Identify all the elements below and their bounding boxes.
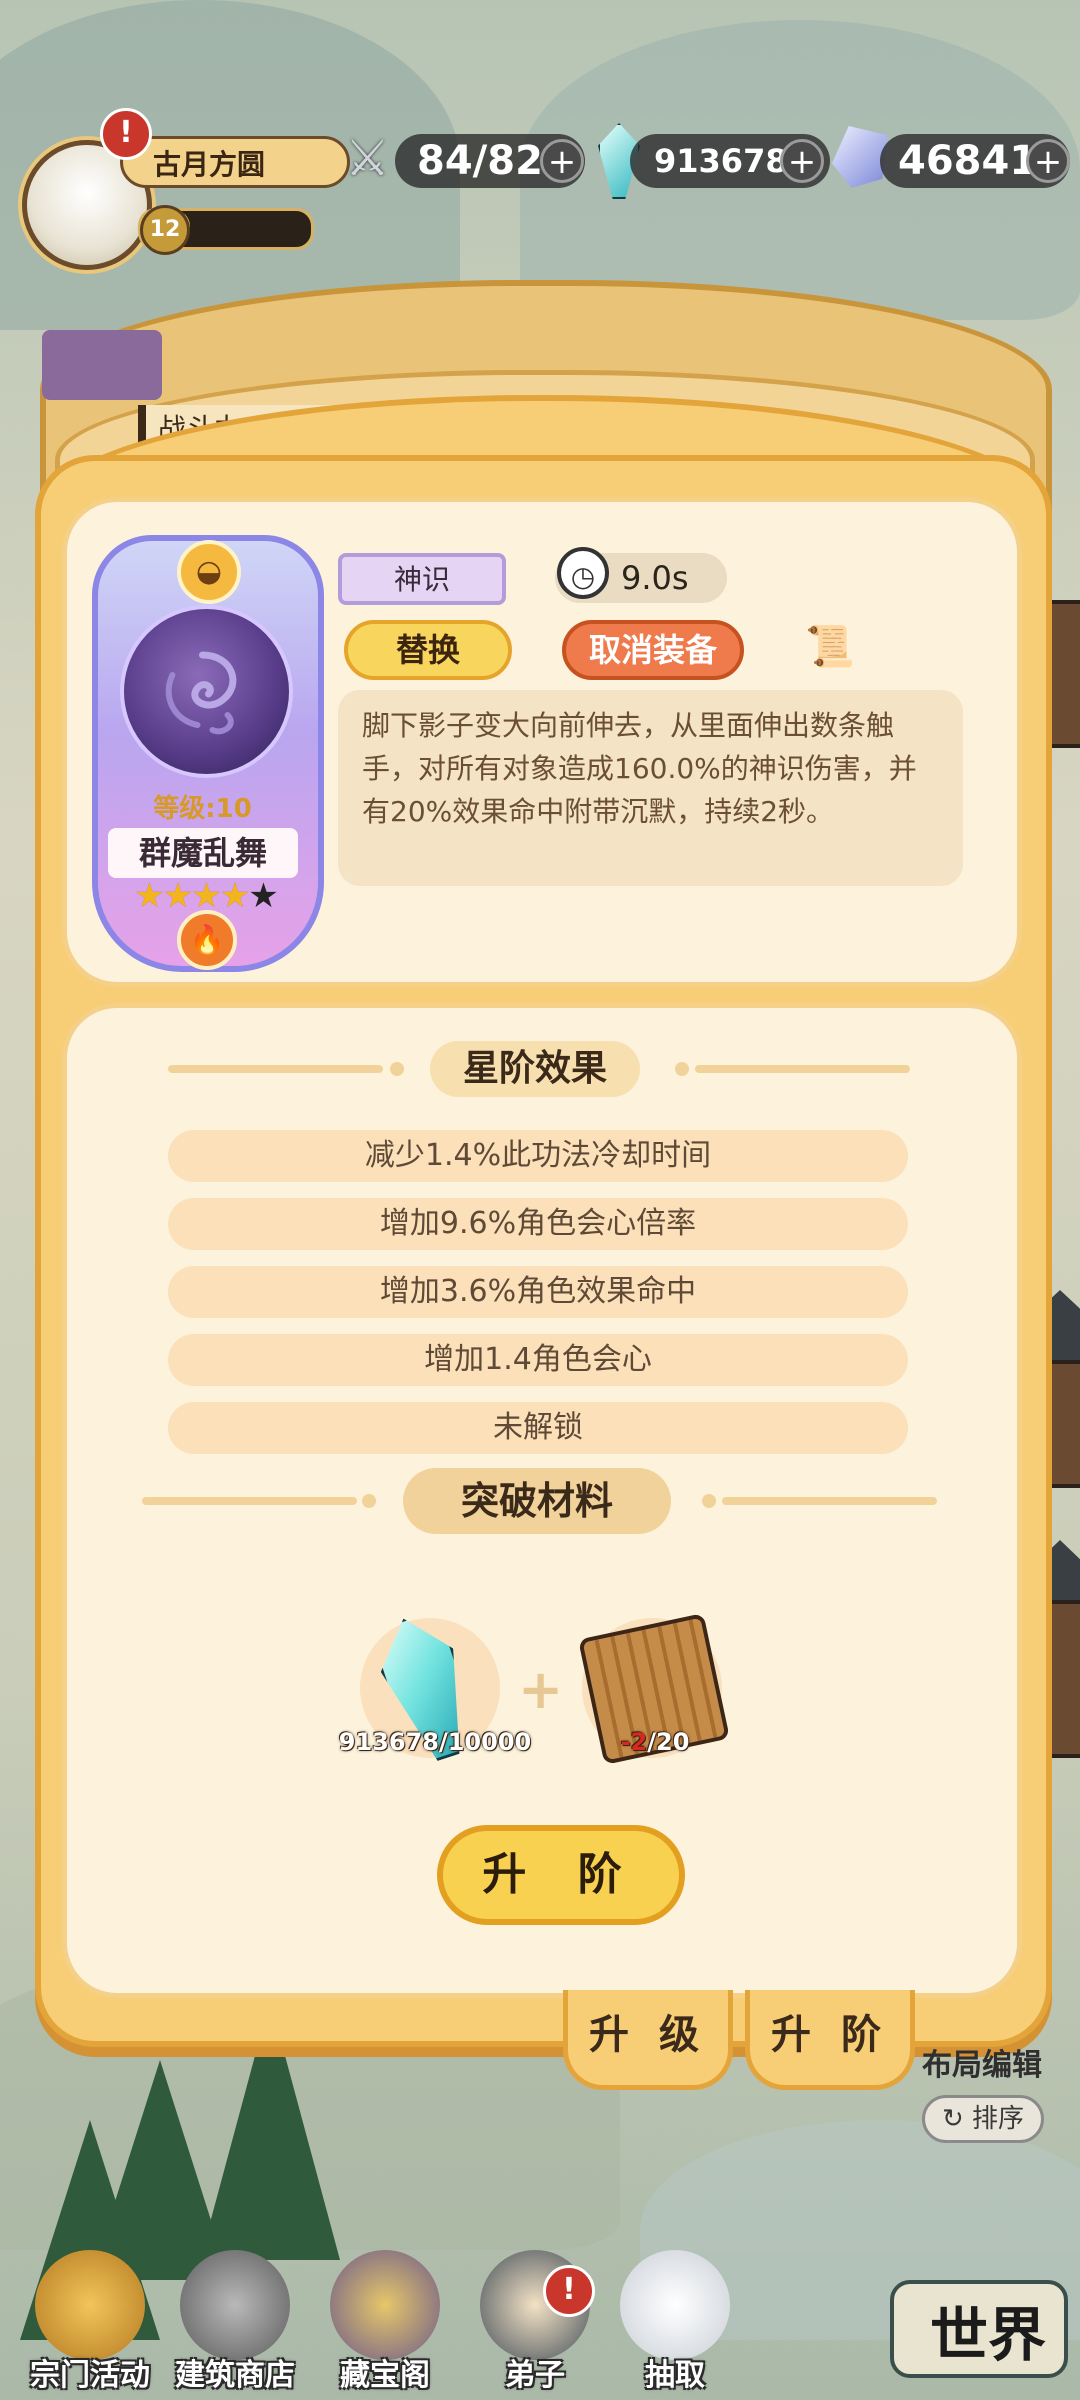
star-effect-row: 未解锁 [168, 1402, 908, 1454]
nav-label: 抽取 [645, 2358, 705, 2393]
star-filled-icon: ★ [219, 876, 251, 916]
skill-name: 群魔乱舞 [108, 828, 298, 878]
nav-label: 宗门活动 [30, 2358, 150, 2393]
clock-icon: ◷ [557, 547, 609, 599]
sort-button[interactable]: ↻ 排序 [922, 2095, 1044, 2143]
shadow-swirl-icon [165, 651, 237, 735]
disciple-alert-icon: ! [543, 2265, 595, 2317]
decor-line [168, 1065, 383, 1073]
materials-plus: + [518, 1658, 564, 1721]
scroll-have: -2 [620, 1728, 648, 1756]
star-filled-icon: ★ [134, 876, 165, 916]
sort-label: 排序 [972, 2104, 1025, 2134]
decor-line [695, 1065, 910, 1073]
decor-line [142, 1497, 357, 1505]
add-crystal-button[interactable]: + [780, 139, 824, 183]
sort-icon: ↻ [941, 2104, 973, 2134]
star-effect-row: 增加1.4角色会心 [168, 1334, 908, 1386]
star-filled-icon: ★ [162, 876, 194, 916]
treasure-icon [330, 2250, 440, 2360]
background-panel-tab [42, 330, 162, 400]
decor-dot [702, 1494, 716, 1508]
player-name[interactable]: 古月方圆 [120, 136, 350, 188]
nav-building-shop[interactable]: 建筑商店 [155, 2250, 315, 2400]
decor-line [722, 1497, 937, 1505]
nav-label: 藏宝阁 [340, 2358, 430, 2393]
pagoda-icon [35, 2250, 145, 2360]
scroll-material-count: -2/20 [600, 1728, 710, 1756]
building-icon [180, 2250, 290, 2360]
skill-description: 脚下影子变大向前伸去，从里面伸出数条触手，对所有对象造成160.0%的神识伤害，… [338, 690, 963, 886]
nav-label: 建筑商店 [175, 2358, 295, 2393]
decor-dot [675, 1062, 689, 1076]
crystal-material-count: 913678/10000 [338, 1728, 532, 1756]
nav-disciple[interactable]: 弟子 [455, 2250, 615, 2400]
fire-icon: 🔥 [177, 910, 237, 970]
star-upgrade-button[interactable]: 升 阶 [437, 1825, 685, 1925]
decor-dot [390, 1062, 404, 1076]
add-gem-button[interactable]: + [1026, 139, 1070, 183]
unequip-button[interactable]: 取消装备 [562, 620, 744, 680]
star-empty-icon: ★ [248, 876, 279, 916]
layout-edit-label[interactable]: 布局编辑 [922, 2040, 1042, 2084]
tab-level-up[interactable]: 升 级 [563, 1990, 733, 2090]
world-label: 世界 [929, 2301, 1046, 2369]
player-level-badge: 12 [140, 205, 190, 255]
materials-title: 突破材料 [403, 1468, 671, 1534]
scroll-need: /20 [647, 1728, 690, 1756]
tab-star-up[interactable]: 升 阶 [745, 1990, 915, 2090]
scroll-icon[interactable]: 📜 [790, 625, 870, 669]
nav-draw[interactable]: 抽取 [595, 2250, 755, 2400]
add-stamina-button[interactable]: + [540, 139, 584, 183]
decor-dot [362, 1494, 376, 1508]
nav-sect-activity[interactable]: 宗门活动 [10, 2250, 170, 2400]
world-button[interactable]: 世界 [880, 2260, 1070, 2390]
star-effect-row: 增加9.6%角色会心倍率 [168, 1198, 908, 1250]
bowl-icon: ◒ [177, 540, 241, 604]
skill-level: 等级:10 [153, 794, 252, 824]
player-alert-icon: ! [100, 108, 152, 160]
star-effects-title: 星阶效果 [430, 1041, 640, 1097]
skill-type-tag: 神识 [338, 553, 506, 605]
star-effect-row: 减少1.4%此功法冷却时间 [168, 1130, 908, 1182]
owl-icon [620, 2250, 730, 2360]
nav-treasure[interactable]: 藏宝阁 [305, 2250, 465, 2400]
nav-label: 弟子 [505, 2358, 565, 2393]
star-effect-row: 增加3.6%角色效果命中 [168, 1266, 908, 1318]
replace-button[interactable]: 替换 [344, 620, 512, 680]
